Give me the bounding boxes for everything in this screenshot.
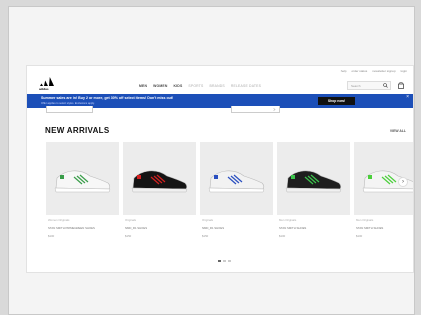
product-name[interactable]: NMD_R1 SHOES (202, 226, 224, 230)
utility-links: help order status newsletter signup logi… (341, 69, 407, 73)
section-title: NEW ARRIVALS (45, 126, 110, 135)
product-card[interactable]: Men Originals STAN SMITH SHOES $100 (277, 142, 350, 238)
utility-link-login[interactable]: login (401, 69, 407, 73)
product-card[interactable]: Originals NMD_R1 SHOES $150 (123, 142, 196, 238)
chevron-right-icon (273, 107, 276, 111)
banner-subtitle[interactable]: Offer applies to select styles. Exclusio… (41, 102, 95, 105)
product-category: Men Originals (279, 218, 297, 222)
shopping-bag-icon[interactable] (398, 82, 404, 89)
nav-item-women[interactable]: WOMEN (153, 84, 167, 88)
top-navigation: help order status newsletter signup logi… (27, 66, 413, 95)
product-price: $100 (356, 234, 363, 238)
search-placeholder: Search (351, 84, 361, 88)
product-category: Originals (125, 218, 137, 222)
product-category: Men Originals (356, 218, 374, 222)
shop-now-button[interactable]: Shop now! (318, 97, 355, 105)
carousel-next-button[interactable]: › (398, 177, 408, 187)
nav-item-sports[interactable]: SPORTS (188, 84, 203, 88)
nav-item-men[interactable]: MEN (139, 84, 147, 88)
banner-title: Summer sales are in! Buy 2 or more, get … (41, 96, 174, 100)
product-image[interactable] (200, 142, 273, 215)
sneaker-icon (54, 170, 111, 193)
nav-item-kids[interactable]: KIDS (174, 84, 183, 88)
search-input[interactable]: Search (347, 81, 391, 90)
carousel-pagination (218, 260, 231, 262)
product-name[interactable]: STAN SMITH SHOES (279, 226, 306, 230)
product-card[interactable]: Women Originals STAN SMITH PRIMEGREEN SHO… (46, 142, 119, 238)
pagination-dot[interactable] (218, 260, 221, 262)
logo-text: adidas (39, 87, 49, 91)
sneaker-icon (285, 170, 342, 193)
utility-link-order-status[interactable]: order status (351, 69, 367, 73)
browser-frame: help order status newsletter signup logi… (8, 6, 415, 315)
product-category: Women Originals (48, 218, 70, 222)
webpage: help order status newsletter signup logi… (26, 65, 414, 273)
partial-button[interactable] (46, 106, 93, 113)
product-image[interactable] (277, 142, 350, 215)
product-name[interactable]: NMD_R1 SHOES (125, 226, 147, 230)
utility-link-newsletter[interactable]: newsletter signup (372, 69, 395, 73)
product-image[interactable] (123, 142, 196, 215)
product-price: $150 (125, 234, 132, 238)
pagination-dot[interactable] (228, 260, 231, 262)
utility-link-help[interactable]: help (341, 69, 347, 73)
product-price: $100 (48, 234, 55, 238)
view-all-link[interactable]: VIEW ALL (390, 129, 406, 133)
nav-item-release-dates[interactable]: RELEASE DATES (231, 84, 261, 88)
product-category: Originals (202, 218, 214, 222)
product-card[interactable]: Originals NMD_R1 SHOES $150 (200, 142, 273, 238)
nav-item-brands[interactable]: BRANDS (210, 84, 225, 88)
close-icon[interactable]: × (406, 95, 409, 100)
product-image[interactable] (46, 142, 119, 215)
product-price: $150 (202, 234, 209, 238)
sneaker-icon (131, 170, 188, 193)
product-name[interactable]: STAN SMITH PRIMEGREEN SHOES (48, 226, 95, 230)
product-price: $100 (279, 234, 286, 238)
search-icon[interactable] (383, 83, 388, 88)
adidas-logo-icon[interactable] (39, 74, 57, 88)
product-name[interactable]: STAN SMITH SHOES (356, 226, 383, 230)
main-nav: MEN WOMEN KIDS SPORTS BRANDS RELEASE DAT… (139, 84, 261, 88)
pagination-dot[interactable] (223, 260, 226, 262)
partial-button[interactable] (231, 106, 280, 113)
sneaker-icon (208, 170, 265, 193)
